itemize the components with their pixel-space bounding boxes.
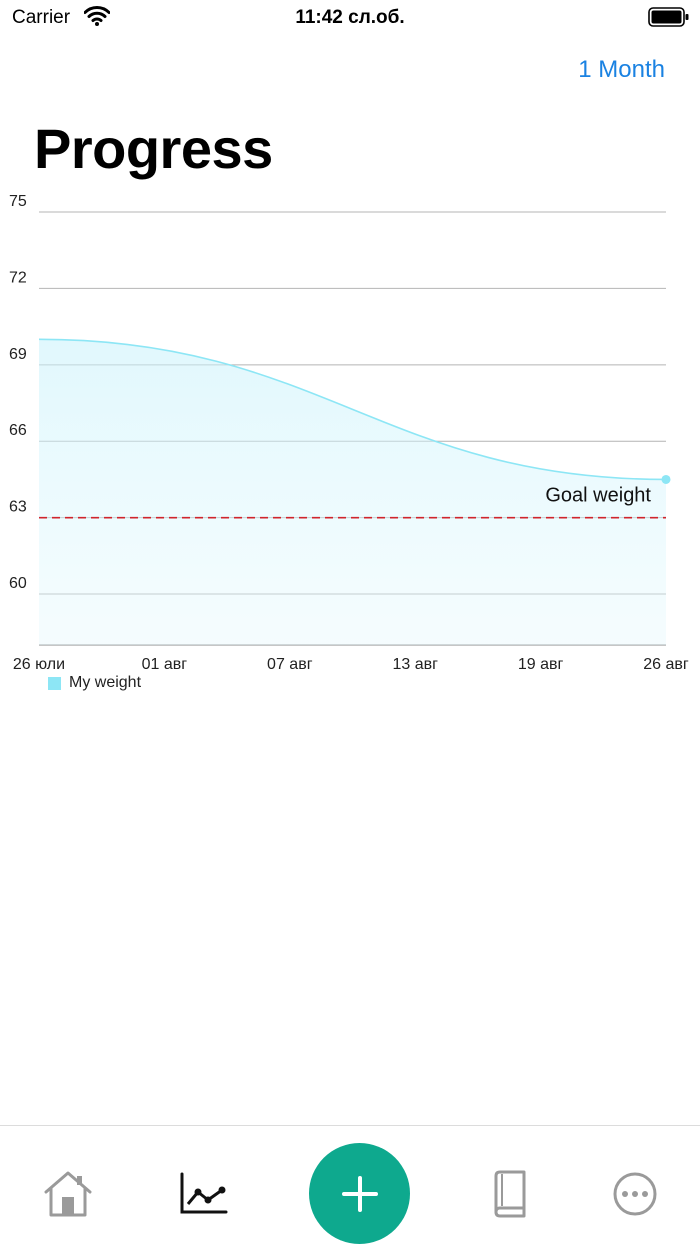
x-tick-label: 07 авг — [267, 656, 313, 673]
weight-endpoint — [661, 474, 671, 484]
tab-bar — [0, 1125, 700, 1245]
ellipsis-icon — [613, 1172, 657, 1216]
page-title: Progress — [34, 117, 273, 180]
add-entry-button[interactable] — [309, 1143, 410, 1244]
y-tick-label: 66 — [9, 422, 27, 439]
battery-icon — [648, 7, 689, 27]
x-tick-label: 13 авг — [392, 656, 438, 673]
time-range-button[interactable]: 1 Month — [578, 56, 665, 84]
chart-legend: My weight — [48, 674, 141, 692]
y-tick-label: 75 — [9, 193, 27, 210]
tab-home[interactable] — [40, 1166, 96, 1222]
y-tick-label: 63 — [9, 499, 27, 516]
tab-more[interactable] — [607, 1166, 663, 1222]
chart-line-icon — [180, 1172, 228, 1214]
x-tick-label: 19 авг — [518, 656, 564, 673]
book-icon — [494, 1170, 526, 1218]
status-bar: Carrier 11:42 сл.об. — [0, 0, 700, 40]
legend-swatch — [48, 676, 61, 690]
legend-label: My weight — [69, 674, 142, 691]
x-tick-label: 26 авг — [643, 656, 689, 673]
x-tick-label: 26 юли — [13, 656, 65, 673]
y-tick-label: 72 — [9, 269, 27, 286]
plus-icon — [341, 1175, 378, 1212]
tab-progress[interactable] — [175, 1166, 231, 1222]
clock: 11:42 сл.об. — [295, 7, 405, 28]
y-tick-label: 60 — [9, 575, 27, 592]
tab-diary[interactable] — [482, 1166, 538, 1222]
goal-label: Goal weight — [545, 485, 651, 507]
y-tick-label: 69 — [9, 346, 27, 363]
x-tick-label: 01 авг — [142, 656, 188, 673]
home-icon — [44, 1171, 92, 1217]
weight-chart: Goal weight 60 63 66 69 72 75 26 юли 01 авг 07 а… — [9, 193, 689, 673]
